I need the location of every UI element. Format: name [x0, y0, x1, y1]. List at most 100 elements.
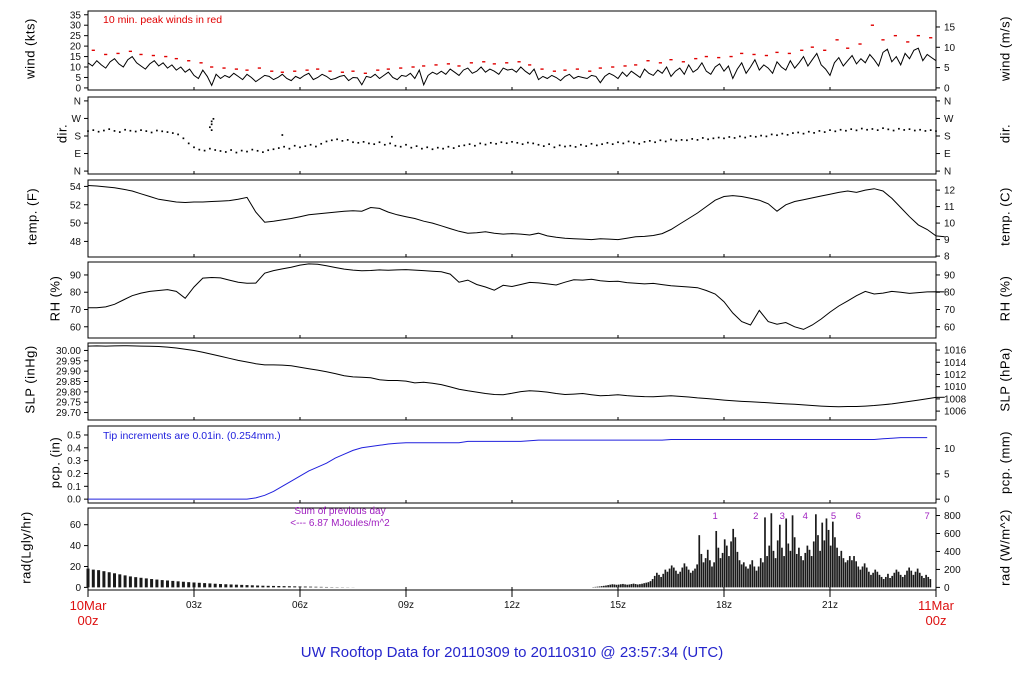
rad-event-markers: 1 2 3 4 5 6 7: [713, 511, 930, 522]
dir-dot: [166, 131, 169, 133]
dir-dot: [691, 138, 694, 140]
dir-dot: [474, 144, 476, 147]
tick-label: 60: [70, 322, 82, 333]
dir-dot: [187, 142, 190, 145]
tick-label: 0.2: [67, 469, 81, 480]
tick-label: N: [944, 96, 951, 107]
x-hour-label: 21z: [822, 600, 838, 611]
dir-dot: [760, 134, 762, 137]
pcp-tip-note: Tip increments are 0.01in. (0.254mm.): [103, 430, 281, 442]
dir-dot: [129, 129, 132, 132]
tick-label: 30: [70, 21, 82, 32]
rad-event-number: 7: [925, 511, 930, 522]
dir-dot: [436, 146, 439, 149]
dir-dot: [113, 130, 116, 132]
peak-dash: [104, 53, 108, 56]
dir-dot: [203, 149, 206, 152]
dir-dot: [479, 142, 482, 145]
panel-rad: 02040600200400600800: [70, 507, 961, 594]
dir-dot: [627, 140, 630, 143]
series-wind: [87, 47, 937, 87]
tick-label: 0.5: [67, 430, 81, 441]
peak-dash: [505, 62, 509, 64]
peak-dash: [422, 65, 426, 67]
dir-dot: [913, 129, 916, 132]
dir-dot: [908, 128, 911, 131]
dir-dot: [118, 131, 121, 133]
dir-dot: [675, 139, 678, 142]
tick-label: 5: [944, 469, 950, 480]
rad-event-number: 1: [713, 511, 718, 522]
panel-box-dir: [87, 96, 937, 175]
panel-temp: 48 50 52 54 8 9 10 11 12: [70, 179, 956, 263]
tick-label: 25: [70, 31, 82, 42]
dir-dot: [686, 139, 688, 142]
dir-dot: [670, 138, 672, 141]
peak-dash: [787, 52, 791, 55]
tick-label: 1008: [944, 394, 967, 405]
dir-dot: [293, 144, 296, 147]
peak-dash: [740, 52, 744, 55]
peak-dash: [257, 67, 261, 69]
dir-dot: [500, 141, 503, 144]
peak-dash: [434, 64, 438, 66]
dir-dot: [171, 132, 174, 134]
peak-dash: [658, 62, 662, 64]
dir-dot: [834, 130, 837, 133]
panel-rh: 60 70 80 90 60 70 80 90: [70, 261, 956, 339]
peak-dash: [598, 67, 602, 69]
axis-label-pcp-left: pcp. (in): [47, 436, 63, 489]
dir-dot: [447, 145, 450, 148]
peak-dash: [611, 66, 615, 68]
tick-label: 400: [944, 547, 961, 558]
tick-label: 10: [944, 444, 956, 455]
dir-dot: [495, 142, 497, 145]
peak-dash: [234, 68, 238, 70]
dir-dot: [336, 138, 338, 141]
dir-dot: [140, 129, 142, 131]
dir-dot: [256, 149, 259, 152]
dir-dot: [569, 144, 572, 147]
tick-label: 9: [944, 235, 950, 246]
x-hour-label: 09z: [398, 600, 414, 611]
dir-dot: [654, 141, 656, 144]
dir-dot: [850, 128, 853, 131]
dir-dot: [320, 142, 323, 145]
dir-dot: [452, 147, 455, 149]
dir-dot: [87, 130, 89, 132]
peak-dash: [446, 63, 450, 65]
dir-dot: [574, 146, 577, 148]
peak-dash: [823, 49, 827, 51]
dir-dot: [776, 134, 778, 137]
dir-dot: [564, 145, 566, 148]
dir-dot: [108, 128, 111, 131]
dir-dot: [659, 139, 662, 142]
dir-dot: [330, 139, 333, 142]
tick-label: 29.85: [56, 377, 81, 388]
dir-dot: [304, 145, 307, 147]
tick-label: 0.1: [67, 482, 81, 493]
tick-label: 48: [70, 237, 82, 248]
dir-dot: [156, 129, 158, 132]
dir-dot: [622, 142, 625, 145]
end-date-line: 11Mar: [918, 598, 954, 613]
dir-dot: [813, 132, 815, 134]
dir-dot: [792, 132, 794, 134]
tick-label: 40: [70, 541, 82, 552]
dir-dot: [558, 144, 561, 147]
dir-dot: [892, 129, 895, 132]
dir-dot: [532, 142, 535, 145]
dir-dot: [341, 140, 344, 142]
dir-dot: [521, 143, 524, 146]
dir-dot: [633, 141, 635, 144]
dir-dot: [505, 142, 508, 145]
peak-dash: [270, 70, 274, 72]
peak-dash: [810, 46, 814, 48]
dir-dot: [410, 146, 413, 149]
dir-dot: [463, 144, 466, 147]
tick-label: S: [944, 131, 951, 142]
meteogram-canvas: 05101520253035051015NESWNNESWN4850525489…: [56, 10, 967, 611]
dir-dot: [749, 135, 752, 137]
tick-label: W: [944, 114, 954, 125]
peak-dash: [694, 57, 698, 60]
